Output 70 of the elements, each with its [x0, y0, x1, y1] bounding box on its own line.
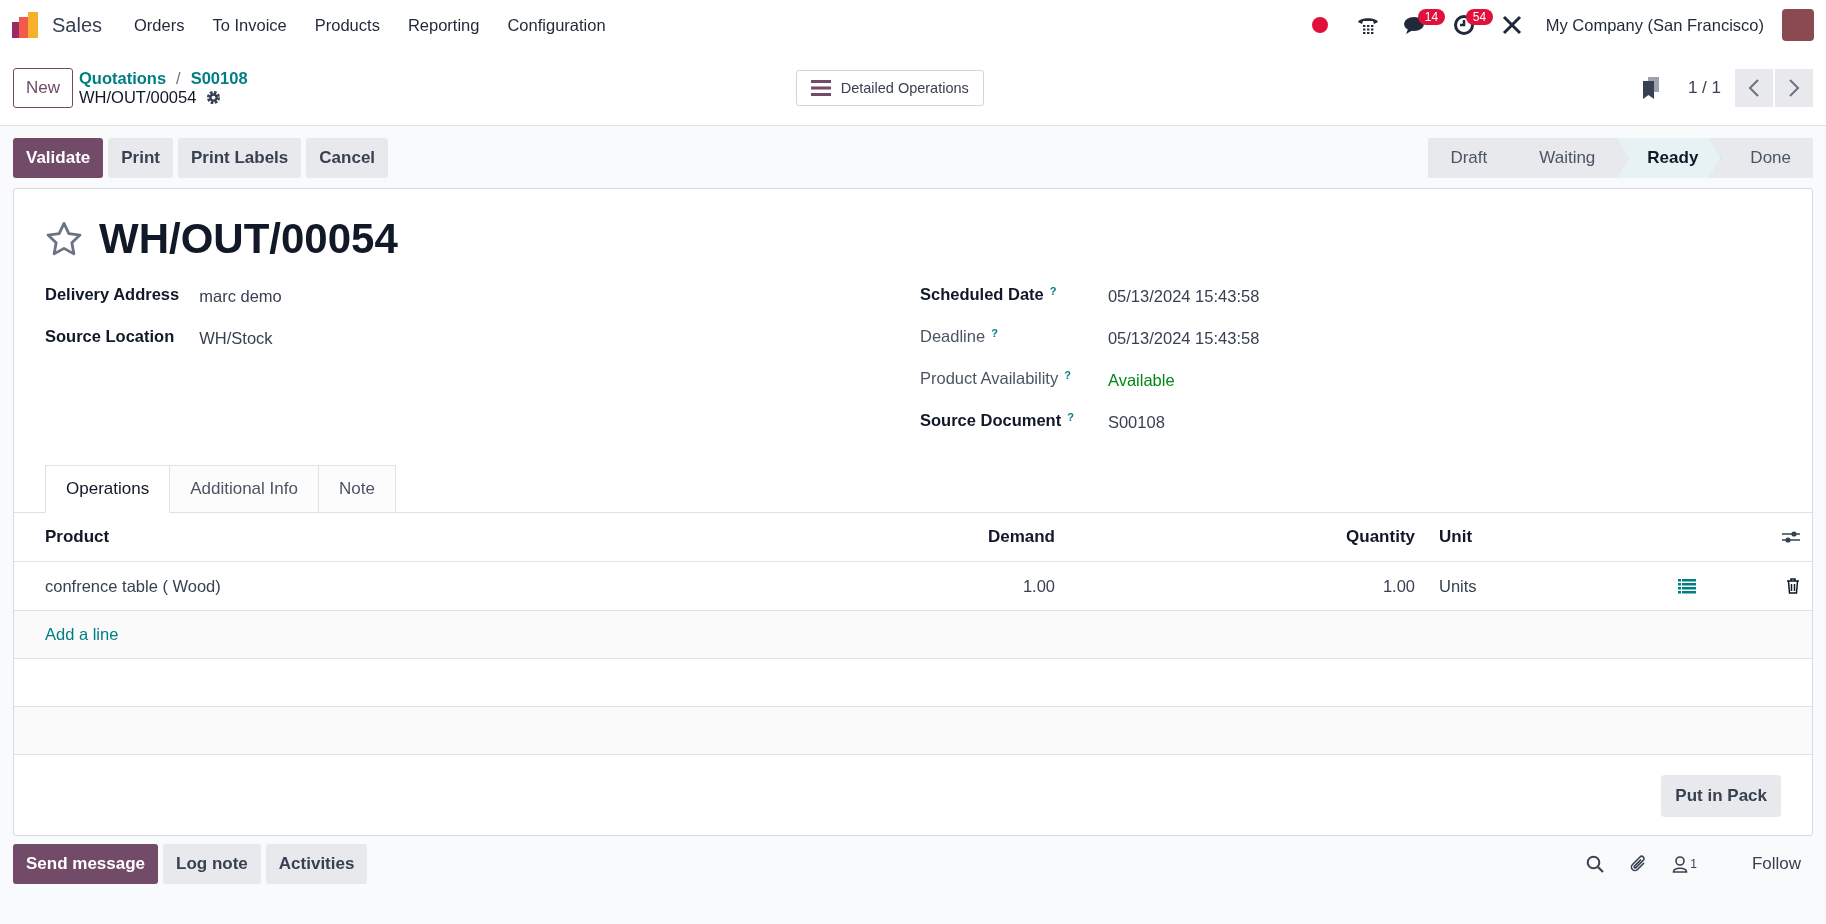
- detailed-operations-button[interactable]: Detailed Operations: [795, 69, 984, 106]
- pager-counter[interactable]: 1 / 1: [1687, 77, 1721, 98]
- breadcrumb-separator: /: [176, 68, 181, 88]
- field-value[interactable]: marc demo: [199, 287, 282, 305]
- column-header[interactable]: Quantity: [1067, 513, 1427, 562]
- app-logo-icon[interactable]: [12, 12, 40, 38]
- menu-item[interactable]: Orders: [122, 15, 197, 35]
- help-mark[interactable]: ?: [1067, 411, 1074, 423]
- menu-item[interactable]: Reporting: [395, 15, 492, 35]
- bookmark-icon[interactable]: [1641, 76, 1660, 99]
- field-value[interactable]: Available: [1107, 371, 1175, 389]
- next-button[interactable]: [1775, 68, 1813, 107]
- field-label: Source Document: [920, 411, 1062, 430]
- phone-icon[interactable]: [1356, 15, 1379, 35]
- chatter-button[interactable]: Send message: [13, 844, 159, 884]
- action-button[interactable]: Print: [108, 138, 173, 178]
- clock-icon[interactable]: [1452, 14, 1475, 36]
- action-button[interactable]: Cancel: [306, 138, 389, 178]
- settings-sliders-icon[interactable]: [1782, 529, 1800, 545]
- record-dot-icon[interactable]: [1311, 17, 1328, 33]
- paperclip-icon[interactable]: [1629, 855, 1648, 873]
- gear-icon[interactable]: [206, 89, 222, 105]
- chevron-right-icon[interactable]: [1788, 77, 1800, 98]
- app-name[interactable]: Sales: [52, 13, 103, 37]
- person-icon[interactable]: [1672, 855, 1689, 873]
- chatter-button[interactable]: Log note: [163, 844, 261, 884]
- column-header[interactable]: Demand: [767, 513, 1067, 562]
- star-icon[interactable]: [45, 221, 83, 257]
- breadcrumb-link[interactable]: S00108: [190, 68, 248, 88]
- search-icon[interactable]: [1586, 855, 1605, 873]
- menu-icon: [810, 78, 831, 97]
- record-title: WH/OUT/00054: [99, 215, 398, 263]
- list-icon[interactable]: [1678, 578, 1696, 594]
- put-in-pack-button[interactable]: Put in Pack: [1661, 775, 1781, 817]
- status-stage[interactable]: Ready: [1617, 138, 1721, 178]
- chatter-button[interactable]: Activities: [265, 844, 368, 884]
- menu-item[interactable]: Configuration: [495, 15, 618, 35]
- tab[interactable]: Additional Info: [169, 465, 319, 513]
- tab[interactable]: Note: [317, 465, 396, 513]
- field-label: Scheduled Date: [920, 285, 1044, 304]
- help-mark[interactable]: ?: [1064, 369, 1071, 381]
- field-value[interactable]: 05/13/2024 15:43:58: [1107, 329, 1260, 347]
- help-mark[interactable]: ?: [1049, 285, 1057, 297]
- company-switcher[interactable]: My Company (San Francisco): [1545, 15, 1764, 35]
- followers-button[interactable]: 1: [1662, 855, 1707, 873]
- trash-icon[interactable]: [1786, 578, 1800, 594]
- menu-item[interactable]: To Invoice: [200, 15, 299, 35]
- field-value[interactable]: S00108: [1107, 413, 1165, 431]
- field-value[interactable]: WH/Stock: [199, 329, 273, 347]
- notification-badge: 14: [1417, 9, 1446, 25]
- action-button[interactable]: Print Labels: [178, 138, 302, 178]
- new-button[interactable]: New: [13, 67, 73, 108]
- add-line-link[interactable]: Add a line: [45, 625, 119, 644]
- notification-badge: 54: [1465, 9, 1494, 25]
- record-name: WH/OUT/00054: [79, 87, 197, 107]
- action-button[interactable]: Validate: [13, 138, 104, 178]
- previous-button[interactable]: [1735, 68, 1773, 107]
- follow-button[interactable]: Follow: [1751, 854, 1813, 874]
- column-header[interactable]: Unit: [1427, 513, 1622, 562]
- breadcrumb-link[interactable]: Quotations: [79, 68, 167, 88]
- field-label: Delivery Address: [45, 285, 180, 304]
- tab[interactable]: Operations: [45, 465, 171, 513]
- field-value[interactable]: 05/13/2024 15:43:58: [1107, 287, 1260, 305]
- chevron-left-icon[interactable]: [1748, 77, 1760, 98]
- help-mark[interactable]: ?: [991, 327, 998, 339]
- menu-item[interactable]: Products: [302, 15, 392, 35]
- field-label: Product Availability: [920, 369, 1059, 388]
- field-label: Source Location: [45, 327, 175, 346]
- column-header[interactable]: Product: [14, 513, 767, 562]
- field-label: Deadline: [920, 327, 986, 346]
